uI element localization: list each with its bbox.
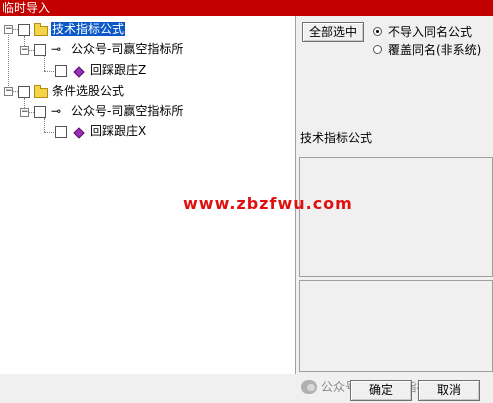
collapse-toggle[interactable]: − (20, 108, 29, 117)
window-title: 临时导入 (0, 0, 493, 16)
radio-indicator[interactable] (373, 45, 382, 54)
key-icon: ⊸ (51, 42, 62, 56)
radio-label: 覆盖同名(非系统) (388, 43, 482, 57)
collapse-toggle[interactable]: − (4, 25, 13, 34)
radio-overwrite-duplicates[interactable]: 覆盖同名(非系统) (373, 41, 481, 58)
radio-skip-duplicates[interactable]: 不导入同名公式 (373, 23, 472, 40)
tree-node-label[interactable]: 条件选股公式 (51, 84, 125, 98)
radio-label: 不导入同名公式 (388, 25, 473, 39)
node-checkbox[interactable] (34, 106, 46, 118)
node-checkbox[interactable] (55, 65, 67, 77)
select-all-button[interactable]: 全部选中 (302, 22, 364, 42)
tree-connector (44, 56, 45, 71)
formula-description-box (299, 157, 493, 277)
key-icon: ⊸ (51, 104, 62, 118)
folder-icon (34, 85, 48, 98)
tree-connector (44, 71, 54, 72)
tree-node-label[interactable]: 回踩跟庄X (89, 124, 147, 138)
formula-gem-icon (73, 127, 85, 139)
confirm-button[interactable]: 确定 (350, 380, 412, 401)
formula-detail-box (299, 280, 493, 372)
watermark-text: www.zbzfwu.com (183, 194, 353, 213)
formula-gem-icon (73, 66, 85, 78)
cancel-button[interactable]: 取消 (418, 380, 480, 401)
tree-node-label[interactable]: 公众号-司赢空指标所 (70, 104, 184, 118)
tree-node-label[interactable]: 技术指标公式 (51, 22, 126, 36)
collapse-toggle[interactable]: − (4, 87, 13, 96)
tree-node-label[interactable]: 回踩跟庄Z (89, 63, 147, 77)
tree-connector (44, 118, 45, 132)
node-checkbox[interactable] (34, 44, 46, 56)
node-checkbox[interactable] (18, 24, 30, 36)
node-checkbox[interactable] (55, 126, 67, 138)
tree-connector (8, 33, 9, 90)
tree-connector (44, 132, 54, 133)
wechat-icon (301, 379, 317, 394)
radio-indicator[interactable] (373, 27, 382, 36)
formula-type-label: 技术指标公式 (300, 131, 373, 145)
tree-node-label[interactable]: 公众号-司赢空指标所 (70, 42, 184, 56)
collapse-toggle[interactable]: − (20, 46, 29, 55)
node-checkbox[interactable] (18, 86, 30, 98)
folder-icon (34, 23, 48, 36)
